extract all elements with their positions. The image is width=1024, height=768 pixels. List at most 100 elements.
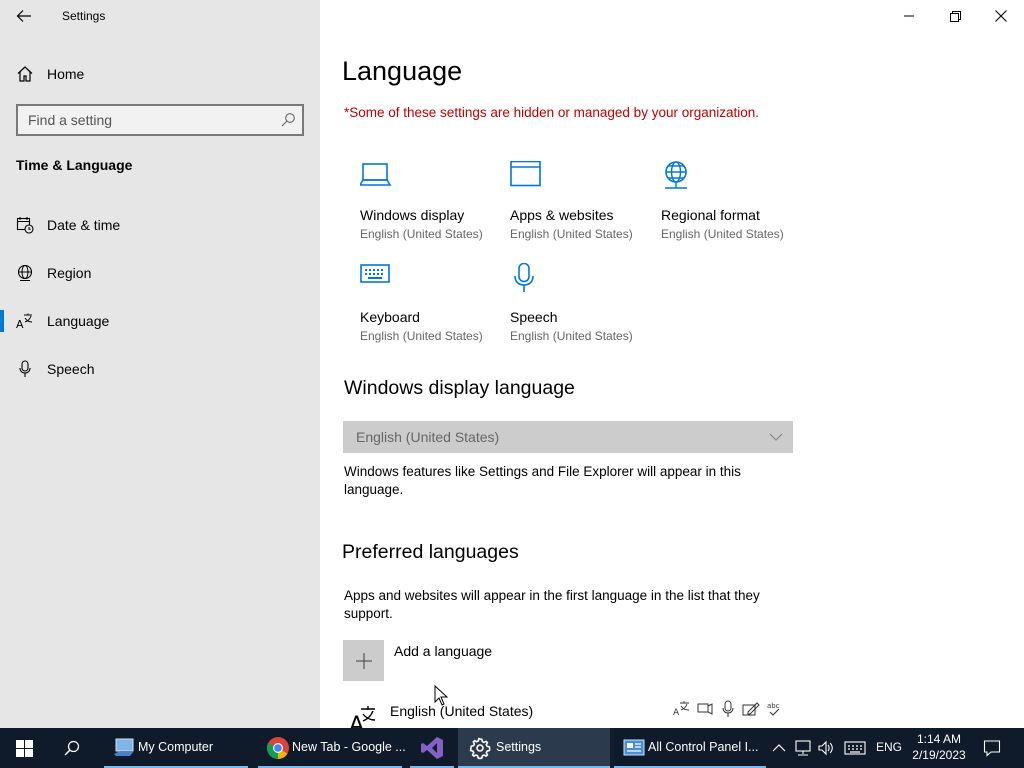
taskbar-app-my-computer[interactable]: My Computer <box>104 728 248 768</box>
visual-studio-icon <box>421 737 443 759</box>
preferred-languages-description: Apps and websites will appear in the fir… <box>344 588 760 621</box>
speech-feature-icon <box>696 700 714 718</box>
plus-button-tile[interactable] <box>343 640 384 681</box>
language-icon: A <box>16 313 33 330</box>
home-label: Home <box>47 66 85 82</box>
preferred-languages-heading: Preferred languages <box>342 541 519 563</box>
tile-windows-display[interactable]: Windows display English (United States) <box>360 161 505 251</box>
chevron-up-icon[interactable] <box>770 739 788 757</box>
taskbar-app-label: My Computer <box>138 740 214 754</box>
tile-subtitle: English (United States) <box>510 329 633 343</box>
language-glyph-icon: A <box>349 706 376 728</box>
section-title: Time & Language <box>16 157 133 173</box>
svg-text:A: A <box>673 708 680 718</box>
sidebar-item-label: Region <box>47 265 92 281</box>
display-language-description: Windows features like Settings and File … <box>344 464 741 497</box>
tile-apps-websites[interactable]: Apps & websites English (United States) <box>510 161 655 251</box>
svg-text:abc: abc <box>767 702 780 710</box>
network-icon[interactable] <box>794 739 812 757</box>
tile-speech[interactable]: Speech English (United States) <box>510 263 655 353</box>
add-language-label: Add a language <box>394 643 493 659</box>
search-taskbar-button[interactable] <box>48 728 96 768</box>
clock-date: 2/19/2023 <box>912 748 966 762</box>
input-language-indicator[interactable]: ENG <box>876 740 902 754</box>
tile-name: Windows display <box>360 207 465 223</box>
title-bar-left: Settings <box>0 0 320 32</box>
tile-keyboard[interactable]: Keyboard English (United States) <box>360 263 505 353</box>
chrome-icon <box>266 737 289 759</box>
svg-text:A: A <box>349 713 364 728</box>
tile-subtitle: English (United States) <box>661 227 784 241</box>
app-title: Settings <box>62 9 106 23</box>
display-language-heading: Windows display language <box>344 377 575 399</box>
action-center-icon[interactable] <box>983 739 1001 757</box>
language-list-item[interactable]: A English (United States) A abc <box>343 698 793 728</box>
search-icon[interactable] <box>280 112 296 128</box>
browser-window-icon <box>510 161 541 187</box>
clock[interactable]: 1:14 AM 2/19/2023 <box>906 731 972 763</box>
close-button[interactable] <box>978 0 1024 32</box>
sidebar-item-speech[interactable]: Speech <box>0 349 320 389</box>
microphone-icon <box>514 263 534 292</box>
taskbar-app-label: New Tab - Google ... <box>292 740 406 754</box>
selection-indicator <box>0 310 4 332</box>
minimize-button[interactable] <box>886 0 932 32</box>
globe-calendar-icon <box>665 161 687 189</box>
svg-text:A: A <box>16 318 24 330</box>
mouse-cursor-icon <box>434 685 448 706</box>
calendar-clock-icon <box>16 217 34 234</box>
taskbar-app-visual-studio[interactable] <box>410 728 454 768</box>
tile-name: Keyboard <box>360 309 420 325</box>
clock-time: 1:14 AM <box>916 732 962 746</box>
sidebar-item-label: Date & time <box>47 217 121 233</box>
tile-subtitle: English (United States) <box>510 227 633 241</box>
close-icon <box>995 10 1007 22</box>
laptop-icon <box>360 163 392 186</box>
restore-button[interactable] <box>932 0 978 32</box>
tile-subtitle: English (United States) <box>360 329 483 343</box>
display-language-dropdown[interactable]: English (United States) <box>343 421 793 453</box>
home-nav-item[interactable]: Home <box>0 56 320 90</box>
home-icon <box>17 66 33 82</box>
policy-notice: *Some of these settings are hidden or ma… <box>344 105 760 120</box>
volume-icon[interactable] <box>817 739 835 757</box>
sidebar-item-label: Speech <box>47 361 95 377</box>
tile-regional-format[interactable]: Regional format English (United States) <box>661 161 806 251</box>
search-icon <box>64 740 80 756</box>
restore-icon <box>949 10 961 22</box>
content-pane: Language *Some of these settings are hid… <box>320 0 1024 728</box>
back-button[interactable] <box>8 4 40 28</box>
taskbar-app-label: All Control Panel I... <box>648 740 759 754</box>
sidebar-item-language[interactable]: A Language <box>0 301 320 341</box>
taskbar-app-control-panel[interactable]: All Control Panel I... <box>614 728 766 768</box>
sidebar-item-label: Language <box>47 313 110 329</box>
plus-icon <box>355 652 372 669</box>
sidebar-item-date-time[interactable]: Date & time <box>0 205 320 245</box>
search-box[interactable] <box>16 104 304 136</box>
display-language-feature-icon: A <box>673 700 691 718</box>
chevron-down-icon <box>769 433 783 441</box>
handwriting-feature-icon <box>742 700 760 718</box>
search-input[interactable] <box>28 111 273 129</box>
tile-name: Speech <box>510 309 558 325</box>
language-name: English (United States) <box>390 703 534 719</box>
back-arrow-icon <box>16 10 31 22</box>
touch-keyboard-icon[interactable] <box>844 739 866 757</box>
microphone-feature-icon <box>719 700 737 718</box>
taskbar-app-settings[interactable]: Settings <box>458 728 610 768</box>
add-language-button[interactable]: Add a language <box>343 640 643 682</box>
globe-icon <box>17 264 33 281</box>
language-feature-icons: A abc <box>673 700 783 718</box>
windows-logo-icon <box>15 739 33 757</box>
page-title: Language <box>342 56 463 86</box>
start-button[interactable] <box>0 728 48 768</box>
taskbar: My Computer New Tab - Google ... Setting… <box>0 728 1024 768</box>
tile-name: Apps & websites <box>510 207 614 223</box>
sidebar-item-region[interactable]: Region <box>0 253 320 293</box>
spellcheck-feature-icon: abc <box>765 700 783 718</box>
keyboard-icon <box>360 264 390 283</box>
gear-icon <box>469 737 491 760</box>
taskbar-app-chrome[interactable]: New Tab - Google ... <box>258 728 406 768</box>
minimize-icon <box>904 15 914 17</box>
tile-name: Regional format <box>661 207 760 223</box>
